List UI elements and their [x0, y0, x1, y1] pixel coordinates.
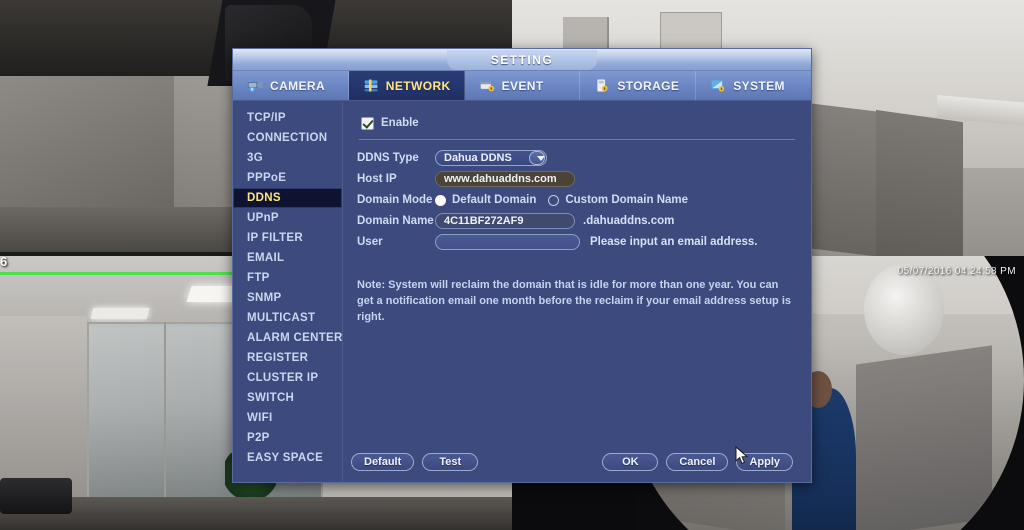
- sidebar-item-cluster-ip[interactable]: CLUSTER IP: [233, 368, 342, 388]
- ddns-type-select[interactable]: Dahua DDNS: [435, 150, 547, 166]
- tab-camera-label: CAMERA: [270, 78, 326, 93]
- enable-row: Enable: [361, 113, 797, 133]
- decor-cubicle: [856, 345, 993, 530]
- sidebar-item-wifi[interactable]: WIFI: [233, 408, 342, 428]
- camera-partial-label: 6: [0, 256, 8, 269]
- tab-network-label: NETWORK: [385, 78, 451, 93]
- host-ip-input[interactable]: www.dahuaddns.com: [435, 171, 575, 187]
- sidebar-item-ip-filter[interactable]: IP FILTER: [233, 228, 342, 248]
- ddns-type-label: DDNS Type: [357, 152, 419, 164]
- tab-system-label: SYSTEM: [733, 78, 785, 93]
- user-hint: Please input an email address.: [590, 236, 758, 248]
- radio-custom-domain-label: Custom Domain Name: [565, 194, 689, 206]
- radio-default-domain[interactable]: [435, 194, 446, 206]
- cancel-button[interactable]: Cancel: [666, 453, 729, 471]
- network-icon: [364, 79, 378, 92]
- sidebar-item-easy-space[interactable]: EASY SPACE: [233, 448, 342, 468]
- user-label: User: [357, 236, 383, 248]
- decor-dome-camera: [864, 264, 945, 355]
- enable-checkbox[interactable]: [361, 116, 374, 130]
- sidebar-item-p2p[interactable]: P2P: [233, 428, 342, 448]
- tab-event-label: EVENT: [501, 78, 544, 93]
- tab-network[interactable]: NETWORK: [348, 71, 465, 100]
- sidebar-item-switch[interactable]: SWITCH: [233, 388, 342, 408]
- user-input[interactable]: [435, 234, 580, 250]
- sidebar-item-3g[interactable]: 3G: [233, 148, 342, 168]
- tab-bar: CAMERA NETWORK EVENT STORAGE SYSTEM: [233, 71, 811, 101]
- decor-sofa: [0, 477, 72, 514]
- domain-name-label: Domain Name: [357, 215, 434, 227]
- sidebar-item-pppoe[interactable]: PPPoE: [233, 168, 342, 188]
- setting-dialog: SETTING CAMERA NETWORK EVENT STORAGE SYS…: [232, 48, 812, 483]
- mouse-cursor: [735, 446, 749, 465]
- domain-name-row: Domain Name 4C11BF272AF9 .dahuaddns.com: [357, 211, 797, 231]
- system-icon: [711, 80, 725, 92]
- storage-icon: [597, 79, 608, 92]
- decor-ceiling-light: [90, 308, 150, 319]
- dialog-button-bar: Default Test OK Cancel Apply: [351, 452, 801, 472]
- decor-mullion: [163, 321, 166, 509]
- event-icon: [480, 82, 494, 92]
- test-button[interactable]: Test: [422, 453, 479, 471]
- host-ip-label: Host IP: [357, 173, 397, 185]
- tab-storage[interactable]: STORAGE: [580, 71, 697, 100]
- domain-name-suffix: .dahuaddns.com: [583, 215, 675, 227]
- sidebar-item-register[interactable]: REGISTER: [233, 348, 342, 368]
- domain-mode-custom-option[interactable]: Custom Domain Name: [548, 194, 700, 206]
- dialog-titlebar[interactable]: SETTING: [233, 49, 811, 71]
- enable-label: Enable: [381, 117, 419, 129]
- camera-icon: [247, 81, 263, 92]
- radio-custom-domain[interactable]: [548, 194, 560, 206]
- reclaim-note: Note: System will reclaim the domain tha…: [357, 279, 791, 323]
- domain-mode-default-option[interactable]: Default Domain: [435, 194, 548, 206]
- ddns-type-value: Dahua DDNS: [444, 152, 512, 164]
- decor-floor: [0, 497, 512, 530]
- video-timestamp: 05/07/2016 04:24:58 PM: [897, 266, 1016, 277]
- host-ip-row: Host IP www.dahuaddns.com: [357, 169, 797, 189]
- sidebar-item-ftp[interactable]: FTP: [233, 268, 342, 288]
- domain-mode-label: Domain Mode: [357, 194, 433, 206]
- chevron-down-icon[interactable]: [529, 151, 545, 165]
- decor-cubicle: [875, 109, 963, 273]
- ok-button[interactable]: OK: [602, 453, 659, 471]
- sidebar-item-email[interactable]: EMAIL: [233, 248, 342, 268]
- sidebar-item-ddns[interactable]: DDNS: [233, 188, 342, 208]
- section-divider: [359, 139, 795, 140]
- dialog-body: TCP/IP CONNECTION 3G PPPoE DDNS UPnP IP …: [233, 102, 811, 482]
- radio-default-domain-label: Default Domain: [452, 194, 537, 206]
- default-button[interactable]: Default: [351, 453, 415, 471]
- sidebar-item-multicast[interactable]: MULTICAST: [233, 308, 342, 328]
- tab-system[interactable]: SYSTEM: [696, 71, 811, 100]
- domain-name-input[interactable]: 4C11BF272AF9: [435, 213, 575, 229]
- user-row: User Please input an email address.: [357, 232, 797, 252]
- domain-mode-row: Domain Mode Default Domain Custom Domain…: [357, 190, 797, 210]
- ddns-type-row: DDNS Type Dahua DDNS: [357, 148, 797, 168]
- sidebar-item-connection[interactable]: CONNECTION: [233, 128, 342, 148]
- settings-sidebar: TCP/IP CONNECTION 3G PPPoE DDNS UPnP IP …: [233, 102, 343, 482]
- ddns-settings-panel: Enable DDNS Type Dahua DDNS Host IP www.…: [343, 102, 811, 482]
- tab-storage-label: STORAGE: [617, 78, 680, 93]
- tab-camera[interactable]: CAMERA: [233, 71, 349, 100]
- sidebar-item-snmp[interactable]: SNMP: [233, 288, 342, 308]
- sidebar-item-alarm-center[interactable]: ALARM CENTER: [233, 328, 342, 348]
- dialog-title: SETTING: [447, 50, 597, 70]
- sidebar-item-upnp[interactable]: UPnP: [233, 208, 342, 228]
- sidebar-item-tcpip[interactable]: TCP/IP: [233, 108, 342, 128]
- tab-event[interactable]: EVENT: [465, 71, 581, 100]
